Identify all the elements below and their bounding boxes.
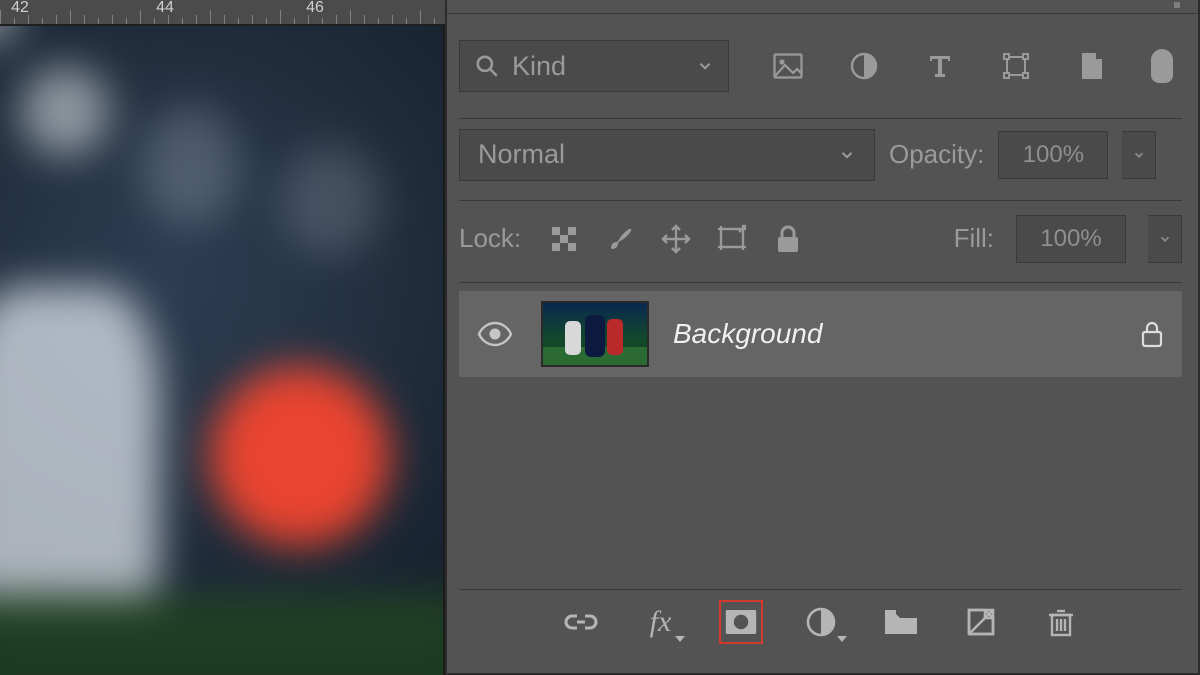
layers-bottom-toolbar: fx — [459, 589, 1182, 653]
lock-artboard-icon[interactable] — [715, 222, 749, 256]
filter-kind-label: Kind — [512, 51, 566, 82]
link-layers-button[interactable] — [559, 600, 603, 644]
chevron-down-icon — [696, 57, 714, 75]
fill-label: Fill: — [954, 223, 994, 254]
search-icon — [474, 53, 500, 79]
filter-kind-dropdown[interactable]: Kind — [459, 40, 729, 92]
layer-thumbnail[interactable] — [541, 301, 649, 367]
smartobject-filter-icon[interactable] — [1075, 49, 1109, 83]
adjustment-layer-button[interactable] — [799, 600, 843, 644]
layer-row[interactable]: Background — [459, 291, 1182, 377]
lock-pixels-icon[interactable] — [547, 222, 581, 256]
adjustment-filter-icon[interactable] — [847, 49, 881, 83]
fill-input[interactable]: 100% — [1016, 215, 1126, 263]
filter-toggle-switch[interactable] — [1151, 49, 1173, 83]
delete-layer-button[interactable] — [1039, 600, 1083, 644]
layer-locked-icon[interactable] — [1140, 320, 1164, 348]
opacity-chevron[interactable] — [1122, 131, 1156, 179]
opacity-input[interactable]: 100% — [998, 131, 1108, 179]
layer-fx-button[interactable]: fx — [639, 600, 683, 644]
lock-row: Lock: Fill: 100% — [459, 200, 1182, 262]
blend-mode-value: Normal — [478, 139, 565, 170]
blend-mode-dropdown[interactable]: Normal — [459, 129, 875, 181]
new-layer-button[interactable] — [959, 600, 1003, 644]
shape-filter-icon[interactable] — [999, 49, 1033, 83]
new-group-button[interactable] — [879, 600, 923, 644]
layers-list: Background — [459, 282, 1182, 562]
fill-chevron[interactable] — [1148, 215, 1182, 263]
layer-name-label[interactable]: Background — [673, 318, 822, 350]
layers-panel: Kind Normal — [445, 0, 1200, 675]
image-filter-icon[interactable] — [771, 49, 805, 83]
panel-top-frame — [447, 0, 1198, 14]
ruler-label: 42 — [11, 0, 29, 17]
lock-all-icon[interactable] — [771, 222, 805, 256]
type-filter-icon[interactable] — [923, 49, 957, 83]
chevron-down-icon — [838, 146, 856, 164]
canvas-area: 42 44 46 48 — [0, 0, 445, 675]
canvas-viewport[interactable] — [0, 26, 445, 675]
lock-brush-icon[interactable] — [603, 222, 637, 256]
visibility-toggle-icon[interactable] — [477, 321, 517, 347]
add-mask-button[interactable] — [719, 600, 763, 644]
lock-label: Lock: — [459, 223, 521, 254]
horizontal-ruler: 42 44 46 48 — [0, 0, 500, 26]
lock-position-icon[interactable] — [659, 222, 693, 256]
blend-opacity-row: Normal Opacity: 100% — [459, 118, 1182, 178]
ruler-label: 44 — [156, 0, 174, 17]
layer-filter-bar: Kind — [459, 36, 1182, 96]
opacity-label: Opacity: — [889, 139, 984, 170]
